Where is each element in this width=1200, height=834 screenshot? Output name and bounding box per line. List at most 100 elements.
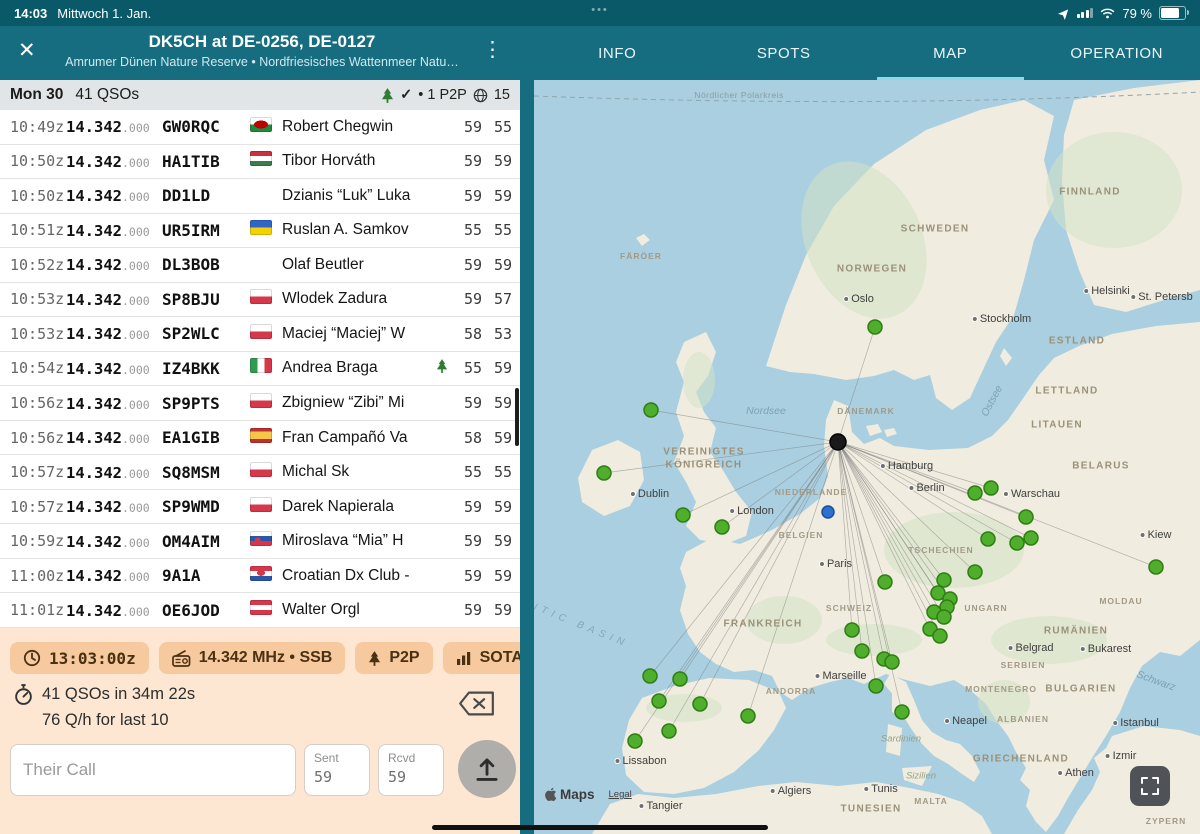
header: ✕ DK5CH at DE-0256, DE-0127 Amrumer Düne… <box>0 26 1200 80</box>
log-header: Mon 30 41 QSOs ✓ • 1 P2P 15 <box>0 80 520 110</box>
sent-value: 59 <box>314 768 360 786</box>
qso-time: 10:59z <box>10 532 66 550</box>
qso-frequency: 14.342.000 <box>66 497 162 516</box>
apple-logo-icon <box>544 787 557 802</box>
flag-icon <box>250 117 272 132</box>
qso-row[interactable]: 10:53z14.342.000SP2WLCMaciej “Maciej” W5… <box>0 317 520 352</box>
qso-time: 10:57z <box>10 498 66 516</box>
log-panel: Mon 30 41 QSOs ✓ • 1 P2P 15 10:49z14.342… <box>0 80 520 834</box>
qso-flag <box>250 255 282 275</box>
qso-name: Fran Campañó Va <box>282 429 432 447</box>
qso-row[interactable]: 10:57z14.342.000SQ8MSMMichal Sk5555 <box>0 455 520 490</box>
qso-callsign: IZ4BKK <box>162 359 250 378</box>
qso-map-dot <box>1019 510 1033 524</box>
scrollbar[interactable] <box>515 388 519 446</box>
backspace-button[interactable] <box>458 690 495 720</box>
qso-rst-sent: 55 <box>452 463 482 481</box>
qso-frequency: 14.342.000 <box>66 463 162 482</box>
qso-callsign: GW0RQC <box>162 117 250 136</box>
sent-field[interactable]: Sent 59 <box>304 744 370 796</box>
qso-callsign: OM4AIM <box>162 532 250 551</box>
qso-name: Robert Chegwin <box>282 118 432 136</box>
qso-frequency: 14.342.000 <box>66 255 162 274</box>
qso-name: Miroslava “Mia” H <box>282 532 432 550</box>
qso-time: 10:53z <box>10 325 66 343</box>
qso-map-dot <box>937 610 951 624</box>
close-icon[interactable]: ✕ <box>18 40 36 61</box>
flag-icon <box>250 393 272 408</box>
qso-rst-sent: 59 <box>452 567 482 585</box>
qso-row[interactable]: 10:53z14.342.000SP8BJUWlodek Zadura5957 <box>0 283 520 318</box>
flag-icon <box>250 600 272 615</box>
qso-row[interactable]: 10:56z14.342.000SP9PTSZbigniew “Zibi” Mi… <box>0 386 520 421</box>
qso-time: 10:54z <box>10 359 66 377</box>
globe-icon <box>473 88 488 103</box>
qso-name: Ruslan A. Samkov <box>282 221 432 239</box>
map-canvas[interactable]: Nördlicher PolarkreisFÄRÖERFINNLANDSCHWE… <box>534 80 1200 834</box>
qso-map-dot <box>628 734 642 748</box>
qso-rst-rcvd: 59 <box>482 498 512 516</box>
page-title: DK5CH at DE-0256, DE-0127 <box>50 32 474 52</box>
time-button[interactable]: 13:03:00z <box>10 642 149 674</box>
qso-row[interactable]: 11:00z14.342.0009A1ACroatian Dx Club -59… <box>0 559 520 594</box>
qso-row[interactable]: 10:51z14.342.000UR5IRMRuslan A. Samkov55… <box>0 214 520 249</box>
tab-spots[interactable]: SPOTS <box>701 26 868 80</box>
qso-row[interactable]: 10:49z14.342.000GW0RQCRobert Chegwin5955 <box>0 110 520 145</box>
qso-name: Olaf Beutler <box>282 256 432 274</box>
qso-map-dot <box>868 320 882 334</box>
qso-name: Andrea Braga <box>282 359 432 377</box>
qso-flag <box>250 531 282 551</box>
qso-rst-sent: 55 <box>452 221 482 239</box>
qso-rst-sent: 58 <box>452 429 482 447</box>
home-indicator[interactable] <box>432 825 768 830</box>
flag-icon <box>250 428 272 443</box>
kebab-menu-icon[interactable]: ⋮ <box>482 39 503 60</box>
qso-map-dot <box>968 486 982 500</box>
stopwatch-icon <box>14 684 33 705</box>
qso-rst-rcvd: 59 <box>482 256 512 274</box>
qso-row[interactable]: 10:56z14.342.000EA1GIBFran Campañó Va585… <box>0 421 520 456</box>
flag-icon <box>250 151 272 166</box>
qso-callsign: OE6JOD <box>162 601 250 620</box>
fullscreen-button[interactable] <box>1130 766 1170 806</box>
qso-row[interactable]: 10:50z14.342.000HA1TIBTibor Horváth5959 <box>0 145 520 180</box>
qso-flag <box>250 462 282 482</box>
fullscreen-icon <box>1141 777 1159 795</box>
qso-map-dot <box>643 669 657 683</box>
sota-button[interactable]: SOTA <box>443 642 520 674</box>
qso-frequency: 14.342.000 <box>66 324 162 343</box>
multitask-dots-icon: ••• <box>591 4 609 16</box>
status-time: 14:03 <box>14 6 47 21</box>
flag-icon <box>250 358 272 373</box>
stats-line1: 41 QSOs in 34m 22s <box>42 685 195 704</box>
p2p-button[interactable]: P2P <box>355 642 432 674</box>
flag-icon <box>250 497 272 512</box>
qso-callsign: EA1GIB <box>162 428 250 447</box>
legal-link[interactable]: Legal <box>609 789 632 800</box>
qso-rst-sent: 59 <box>452 290 482 308</box>
wifi-icon <box>1100 8 1115 19</box>
log-submit-button[interactable] <box>458 740 516 798</box>
tab-info[interactable]: INFO <box>534 26 701 80</box>
qso-map-dot <box>644 403 658 417</box>
tab-map[interactable]: MAP <box>867 26 1034 80</box>
qso-row[interactable]: 10:52z14.342.000DL3BOBOlaf Beutler5959 <box>0 248 520 283</box>
qso-row[interactable]: 10:54z14.342.000IZ4BKKAndrea Braga5559 <box>0 352 520 387</box>
qso-row[interactable]: 10:57z14.342.000SP9WMDDarek Napierala595… <box>0 490 520 525</box>
qso-frequency: 14.342.000 <box>66 152 162 171</box>
qso-row[interactable]: 10:50z14.342.000DD1LDDzianis “Luk” Luka5… <box>0 179 520 214</box>
qso-time: 11:00z <box>10 567 66 585</box>
qso-flag <box>250 358 282 378</box>
qso-map-dot <box>885 655 899 669</box>
rcvd-field[interactable]: Rcvd 59 <box>378 744 444 796</box>
frequency-mode-button[interactable]: 14.342 MHz • SSB <box>159 642 346 674</box>
log-spot-count: 15 <box>494 87 510 103</box>
qso-name: Tibor Horváth <box>282 152 432 170</box>
qso-frequency: 14.342.000 <box>66 290 162 309</box>
their-call-input[interactable] <box>10 744 296 796</box>
qso-name: Zbigniew “Zibi” Mi <box>282 394 432 412</box>
qso-row[interactable]: 10:59z14.342.000OM4AIMMiroslava “Mia” H5… <box>0 524 520 559</box>
qso-rst-rcvd: 59 <box>482 152 512 170</box>
tab-operation[interactable]: OPERATION <box>1034 26 1200 80</box>
qso-row[interactable]: 11:01z14.342.000OE6JODWalter Orgl5959 <box>0 593 520 628</box>
